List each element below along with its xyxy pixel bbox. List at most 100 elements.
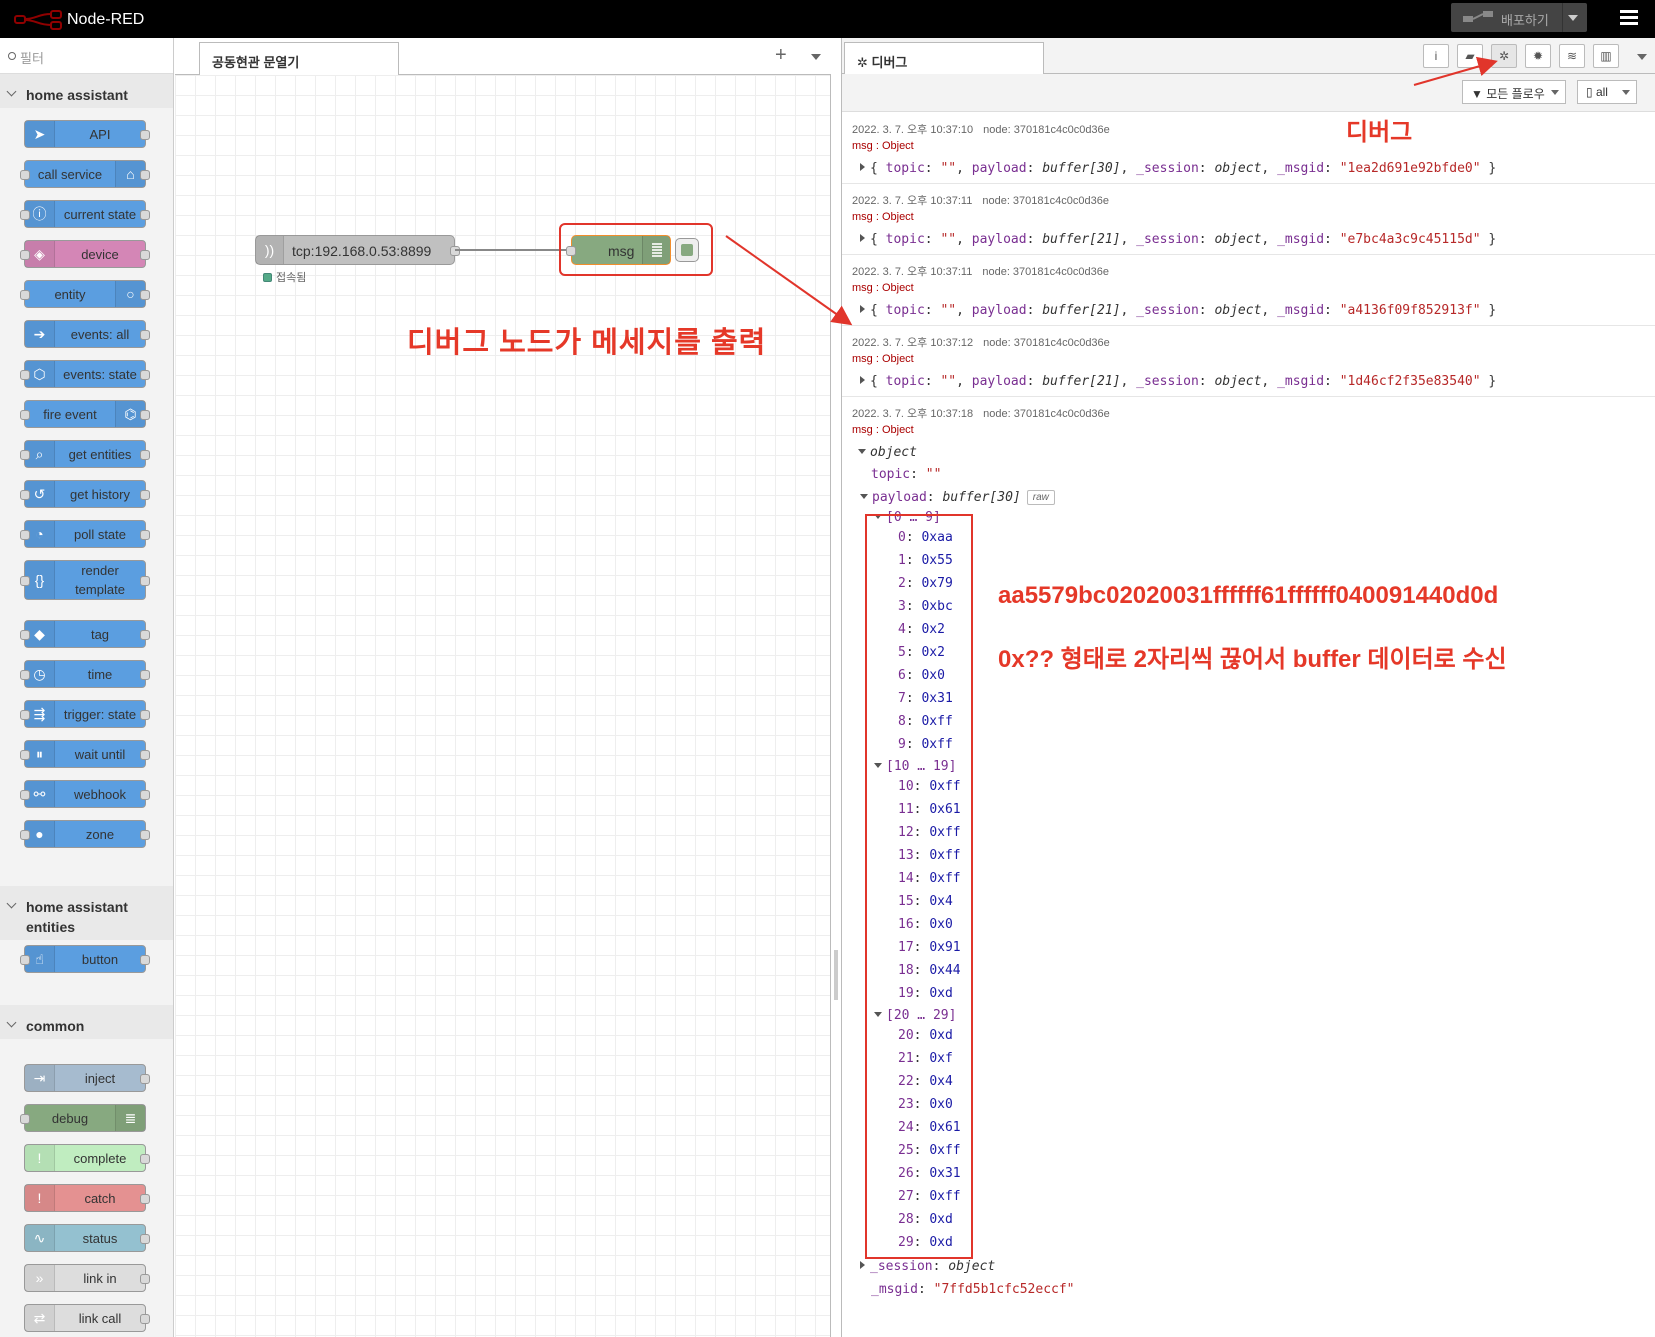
output-port[interactable]: [140, 710, 150, 720]
output-port[interactable]: [140, 630, 150, 640]
output-port[interactable]: [140, 1154, 150, 1164]
palette-node-tag[interactable]: ◆ tag: [20, 620, 150, 648]
palette-node-get-entities[interactable]: ⌕ get entities: [20, 440, 150, 468]
palette-node-complete[interactable]: ! complete: [24, 1144, 150, 1172]
output-port[interactable]: [140, 490, 150, 500]
node-id-link[interactable]: node: 370181c4c0c0d36e: [983, 337, 1110, 349]
clear-all-dropdown[interactable]: ▯ all: [1577, 80, 1637, 104]
input-port[interactable]: [20, 670, 30, 680]
deploy-menu-caret-icon[interactable]: [1568, 15, 1578, 21]
input-port[interactable]: [20, 170, 30, 180]
input-port[interactable]: [20, 710, 30, 720]
output-port[interactable]: [140, 576, 150, 586]
palette-node-status[interactable]: ∿ status: [24, 1224, 150, 1252]
palette-node-time[interactable]: ◷ time: [20, 660, 150, 688]
input-port[interactable]: [20, 630, 30, 640]
palette-node-wait-until[interactable]: ⏸ wait until: [20, 740, 150, 768]
output-port[interactable]: [140, 410, 150, 420]
object-root[interactable]: object: [858, 445, 917, 460]
output-port[interactable]: [140, 130, 150, 140]
info-icon[interactable]: i: [1423, 44, 1449, 68]
output-port[interactable]: [450, 246, 460, 256]
wire[interactable]: [455, 249, 570, 251]
debug-message[interactable]: 2022. 3. 7. 오후 10:37:10 node: 370181c4c0c…: [842, 113, 1655, 184]
input-port[interactable]: [20, 290, 30, 300]
palette-node-events-state[interactable]: ⬡ events: state: [20, 360, 150, 388]
output-port[interactable]: [140, 790, 150, 800]
input-port[interactable]: [20, 750, 30, 760]
output-port[interactable]: [140, 1274, 150, 1284]
palette-node-link-call[interactable]: ⇄ link call: [24, 1304, 150, 1332]
palette-node-current-state[interactable]: ⓘ current state: [20, 200, 150, 228]
sidebar-menu-caret-icon[interactable]: [1637, 54, 1647, 60]
book-icon[interactable]: ▰: [1457, 44, 1483, 68]
raw-toggle-button[interactable]: raw: [1026, 490, 1055, 505]
debug-message[interactable]: 2022. 3. 7. 오후 10:37:11 node: 370181c4c0c…: [842, 255, 1655, 326]
output-port[interactable]: [140, 170, 150, 180]
flow-list-caret-icon[interactable]: [811, 54, 821, 60]
output-port[interactable]: [140, 370, 150, 380]
debug-message[interactable]: 2022. 3. 7. 오후 10:37:12 node: 370181c4c0c…: [842, 326, 1655, 397]
tab-debug[interactable]: ✲ 디버그: [844, 42, 1044, 75]
panel-splitter[interactable]: [834, 950, 838, 1000]
message-summary[interactable]: { topic: "", payload: buffer[21], _sessi…: [860, 374, 1496, 389]
node-id-link[interactable]: node: 370181c4c0c0d36e: [982, 195, 1109, 207]
bug-icon[interactable]: ✲: [1491, 44, 1517, 68]
payload-row[interactable]: payload: buffer[30] raw: [860, 490, 1055, 505]
input-port[interactable]: [20, 1114, 30, 1124]
palette-category-1[interactable]: home assistant: [0, 74, 173, 108]
output-port[interactable]: [140, 530, 150, 540]
output-port[interactable]: [140, 670, 150, 680]
palette-node-webhook[interactable]: ⚯ webhook: [20, 780, 150, 808]
flow-canvas[interactable]: )) tcp:192.168.0.53:8899 접속됨 msg 디버그 노드가…: [175, 75, 831, 1337]
input-port[interactable]: [20, 410, 30, 420]
output-port[interactable]: [140, 290, 150, 300]
palette-node-button[interactable]: ☝ button: [20, 945, 150, 973]
input-port[interactable]: [20, 370, 30, 380]
expand-arrow-icon[interactable]: [860, 376, 865, 384]
session-row[interactable]: _session: object: [860, 1259, 995, 1274]
palette-node-fire-event[interactable]: ⌬ fire event: [20, 400, 150, 428]
palette-node-entity[interactable]: ○ entity: [20, 280, 150, 308]
node-id-link[interactable]: node: 370181c4c0c0d36e: [983, 408, 1110, 420]
palette-node-device[interactable]: ◈ device: [20, 240, 150, 268]
palette-node-api[interactable]: ➤ API: [24, 120, 150, 148]
output-port[interactable]: [140, 250, 150, 260]
gear-icon[interactable]: ✹: [1525, 44, 1551, 68]
output-port[interactable]: [140, 1314, 150, 1324]
input-port[interactable]: [20, 830, 30, 840]
add-flow-icon[interactable]: +: [775, 44, 787, 67]
input-port[interactable]: [20, 530, 30, 540]
expand-arrow-icon[interactable]: [860, 305, 865, 313]
palette-category-2[interactable]: home assistant entities: [0, 886, 173, 940]
palette-node-trigger-state[interactable]: ⇶ trigger: state: [20, 700, 150, 728]
input-port[interactable]: [20, 955, 30, 965]
palette-node-zone[interactable]: ● zone: [20, 820, 150, 848]
collapse-arrow-icon[interactable]: [860, 494, 868, 499]
output-port[interactable]: [140, 330, 150, 340]
output-port[interactable]: [140, 1074, 150, 1084]
filter-flows-dropdown[interactable]: ▼ 모든 플로우: [1462, 80, 1566, 104]
expand-arrow-icon[interactable]: [860, 1261, 865, 1269]
node-id-link[interactable]: node: 370181c4c0c0d36e: [982, 266, 1109, 278]
database-icon[interactable]: ≋: [1559, 44, 1585, 68]
input-port[interactable]: [20, 576, 30, 586]
input-port[interactable]: [20, 250, 30, 260]
input-port[interactable]: [20, 210, 30, 220]
palette-node-link-in[interactable]: » link in: [24, 1264, 150, 1292]
tab-flow[interactable]: 공동현관 문열기: [199, 42, 399, 76]
palette-filter-placeholder[interactable]: 필터: [20, 48, 44, 67]
expand-arrow-icon[interactable]: [860, 234, 865, 242]
output-port[interactable]: [140, 210, 150, 220]
palette-node-poll-state[interactable]: ◔ poll state: [20, 520, 150, 548]
palette-node-call-service[interactable]: ⌂ call service: [20, 160, 150, 188]
collapse-arrow-icon[interactable]: [858, 449, 866, 454]
output-port[interactable]: [140, 450, 150, 460]
palette-node-get-history[interactable]: ↺ get history: [20, 480, 150, 508]
palette-node-debug[interactable]: ≣ debug: [20, 1104, 146, 1132]
message-summary[interactable]: { topic: "", payload: buffer[30], _sessi…: [860, 161, 1496, 176]
node-id-link[interactable]: node: 370181c4c0c0d36e: [983, 124, 1110, 136]
input-port[interactable]: [20, 790, 30, 800]
palette-node-render-template[interactable]: {} render template: [20, 560, 150, 600]
input-port[interactable]: [20, 490, 30, 500]
